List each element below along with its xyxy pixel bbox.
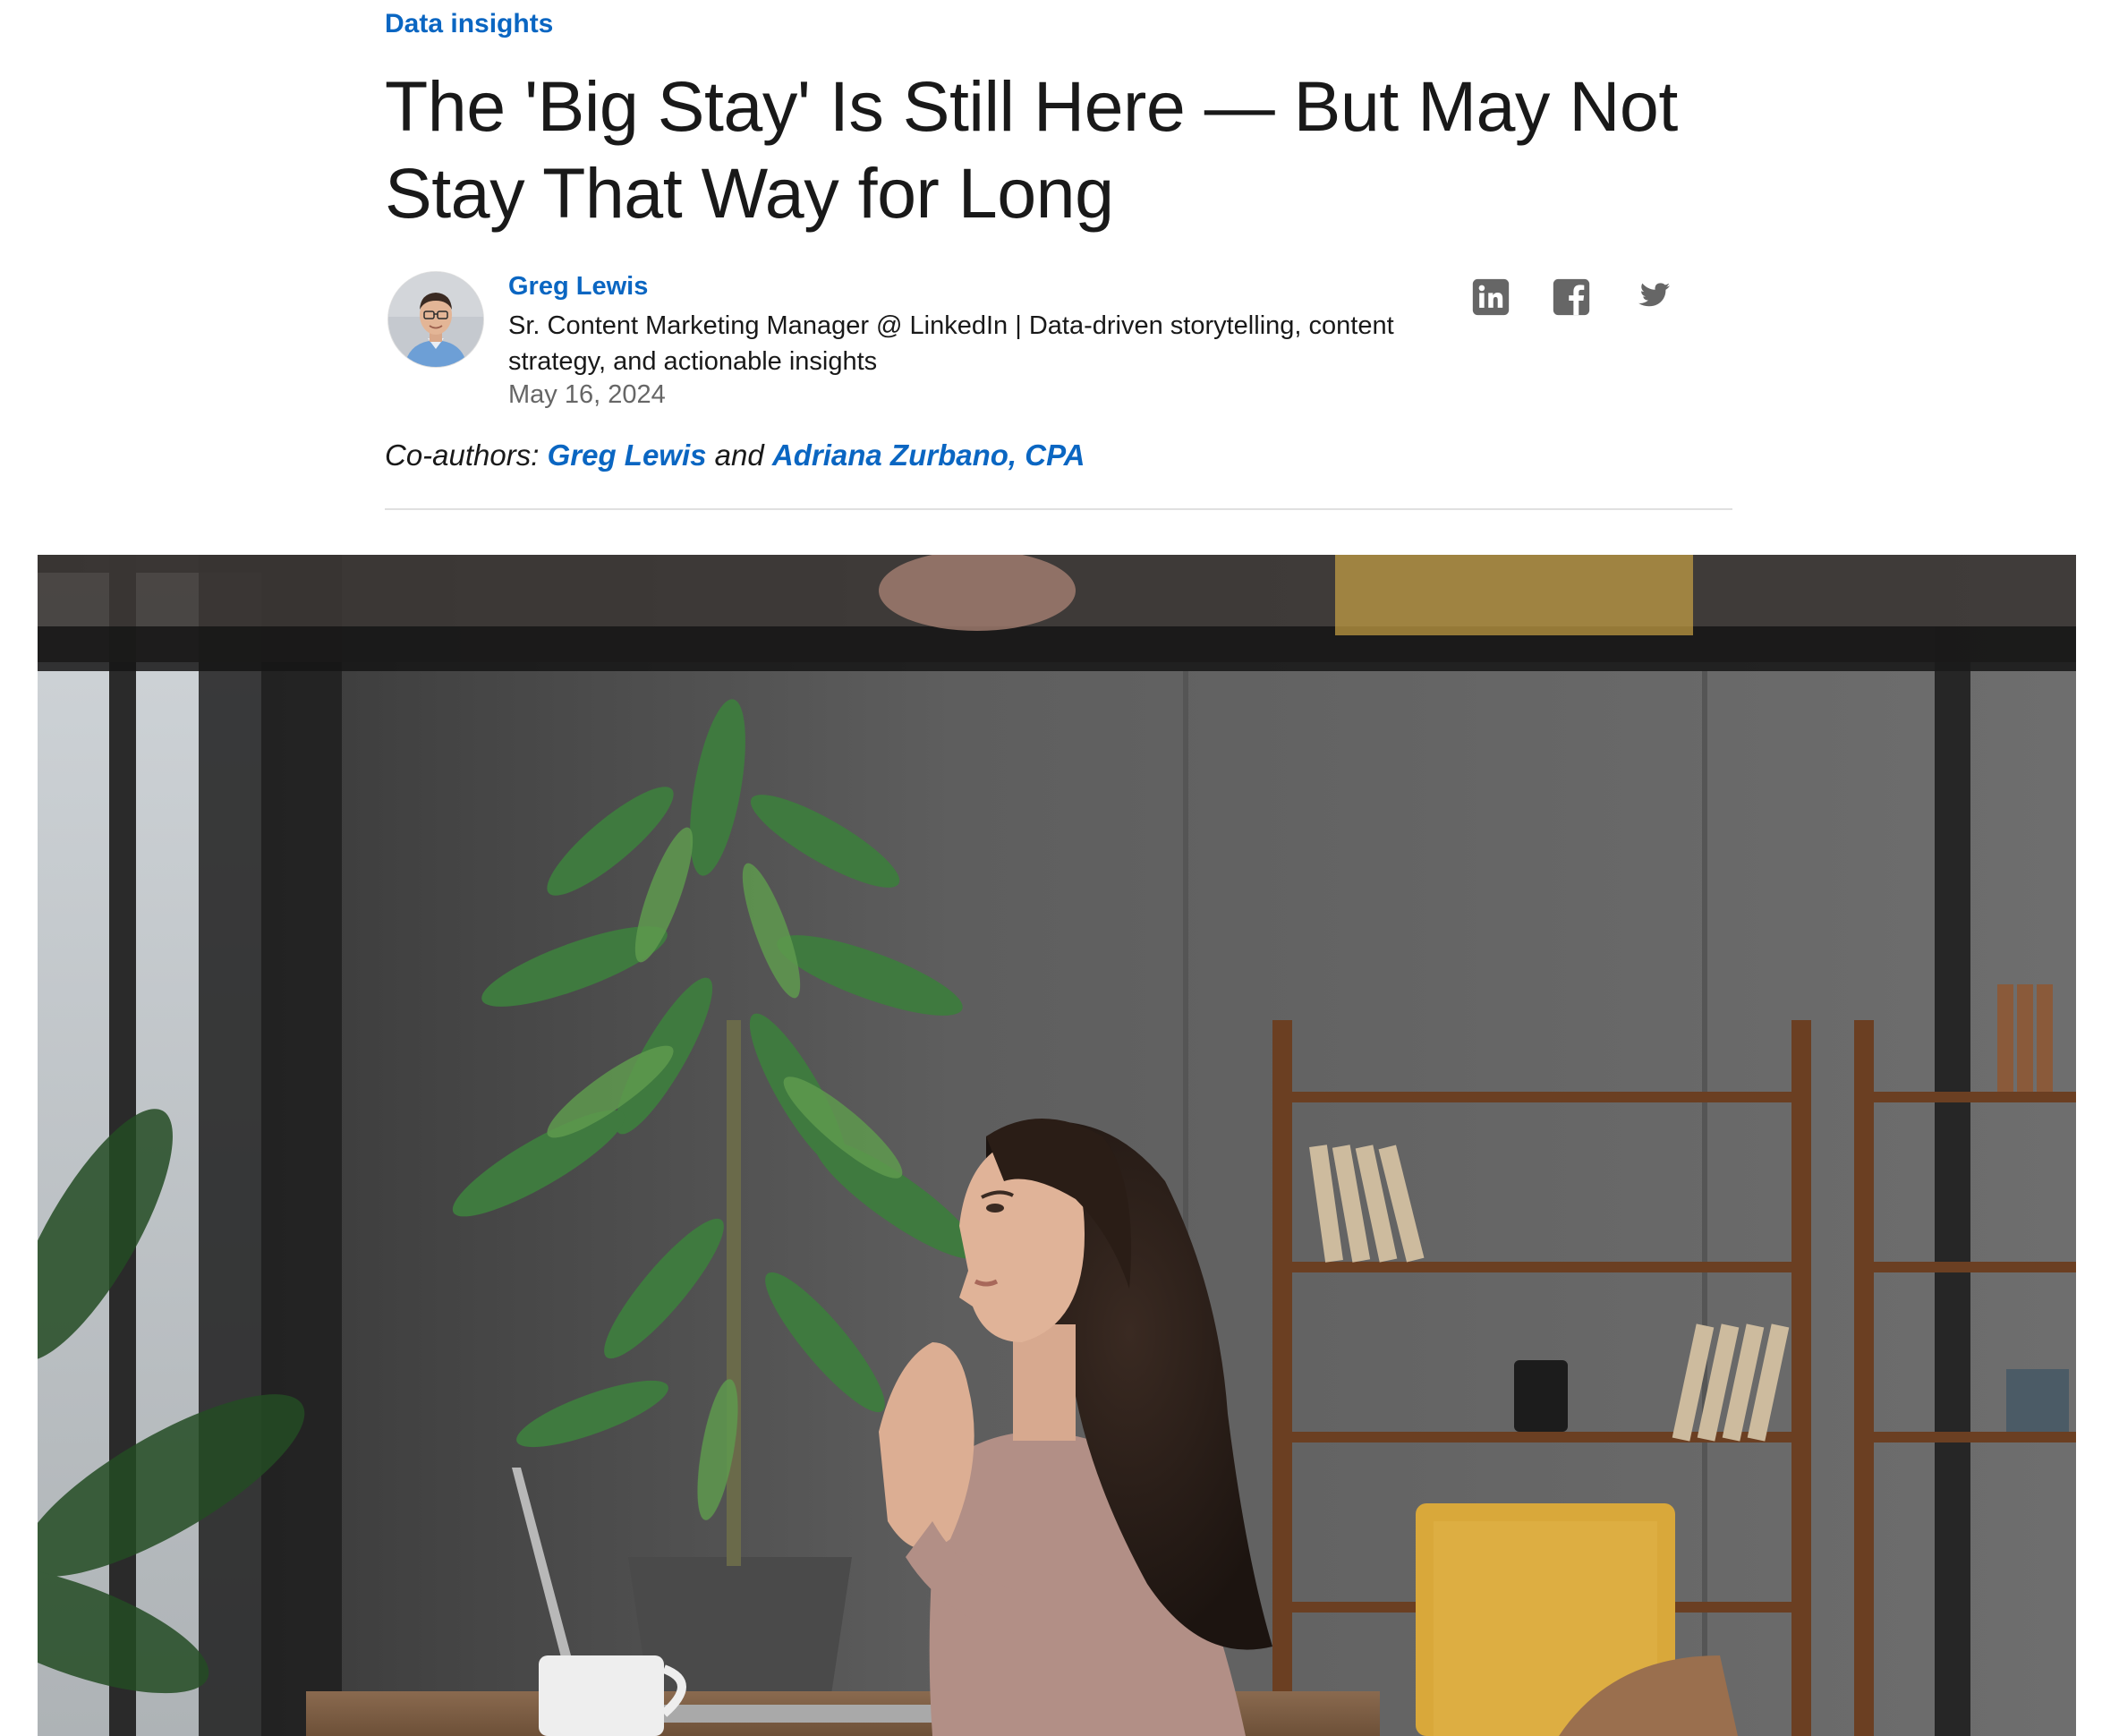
share-linkedin-button[interactable]: [1471, 277, 1511, 317]
publish-date: May 16, 2024: [508, 380, 666, 409]
share-twitter-button[interactable]: [1632, 277, 1672, 317]
coauthor-link[interactable]: Greg Lewis: [548, 438, 707, 472]
hero-image: [38, 555, 2076, 1736]
category-link[interactable]: Data insights: [385, 9, 553, 39]
article-title: The 'Big Stay' Is Still Here — But May N…: [385, 66, 1678, 233]
coauthors-conjunction: and: [714, 438, 764, 472]
linkedin-icon: [1472, 278, 1510, 316]
author-name[interactable]: Greg Lewis: [508, 272, 648, 302]
author-avatar[interactable]: [388, 272, 483, 367]
coauthors-prefix: Co-authors:: [385, 438, 540, 472]
coauthor-link[interactable]: Adriana Zurbano, CPA: [772, 438, 1085, 472]
coauthors-line: Co-authors: Greg Lewis and Adriana Zurba…: [385, 438, 1085, 472]
article-page: Data insights The 'Big Stay' Is Still He…: [0, 0, 2119, 1736]
share-facebook-button[interactable]: [1552, 277, 1591, 317]
header-divider: [385, 508, 1732, 510]
author-headline: Sr. Content Marketing Manager @ LinkedIn…: [508, 311, 1394, 376]
twitter-icon: [1638, 283, 1671, 307]
facebook-icon: [1553, 278, 1590, 316]
